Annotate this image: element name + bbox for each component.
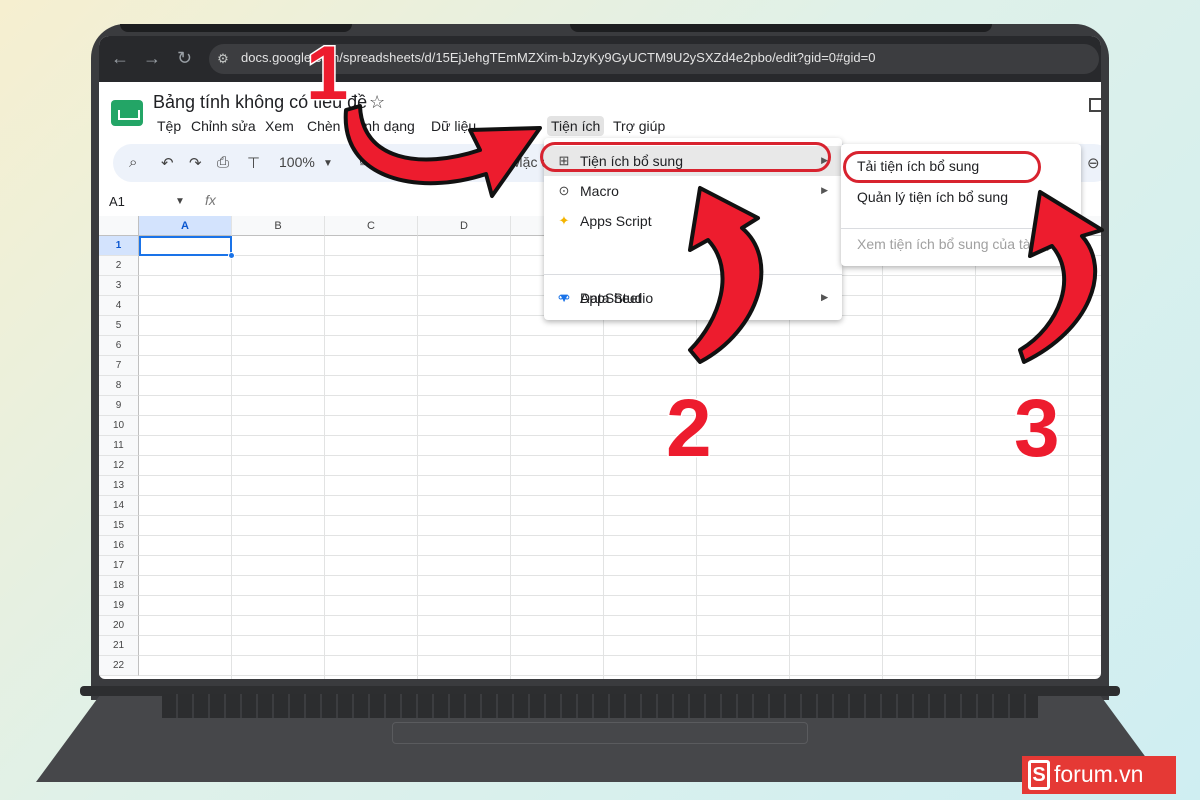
arrow-step-2	[688, 186, 764, 364]
step-number-1: 1	[304, 31, 349, 116]
watermark-logo-icon: S	[1028, 760, 1050, 790]
watermark-text: forum.vn	[1054, 761, 1144, 787]
step-number-2: 2	[665, 383, 714, 474]
arrow-step-1	[343, 104, 542, 198]
arrow-step-3	[1018, 190, 1104, 364]
step-number-3: 3	[1013, 383, 1062, 474]
